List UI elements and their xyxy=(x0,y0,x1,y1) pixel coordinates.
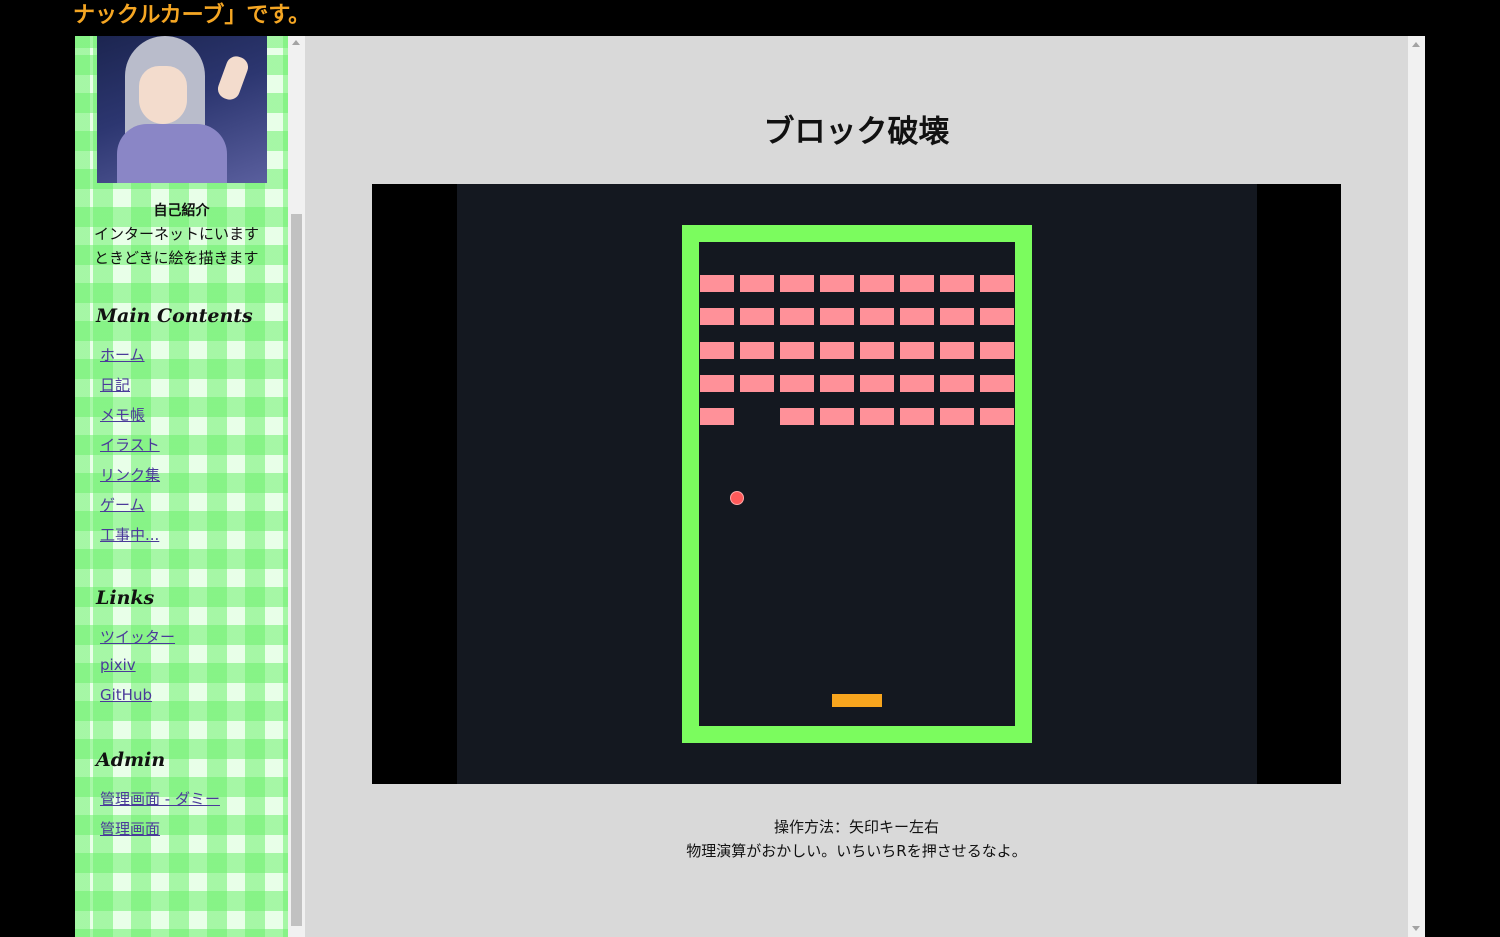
instructions-note: 物理演算がおかしい。いちいちRを押させるなよ。 xyxy=(686,842,1027,860)
brick xyxy=(780,275,814,292)
top-banner: ナックルカーブ」です。 xyxy=(0,0,1500,36)
profile-heading: 自己紹介 xyxy=(153,203,210,219)
brick xyxy=(860,342,894,359)
game-wall xyxy=(682,225,1032,743)
brick xyxy=(940,408,974,425)
brick xyxy=(940,342,974,359)
profile-line: インターネットにいます xyxy=(94,225,260,243)
main-scrollbar[interactable] xyxy=(1408,36,1425,937)
brick xyxy=(700,308,734,325)
paddle xyxy=(832,694,882,707)
profile-line: ときどきに絵を描きます xyxy=(94,249,259,267)
brick xyxy=(820,375,854,392)
brick xyxy=(740,308,774,325)
game-frame[interactable] xyxy=(372,184,1341,784)
right-margin xyxy=(1425,36,1500,937)
brick xyxy=(860,275,894,292)
brick xyxy=(820,275,854,292)
brick xyxy=(820,408,854,425)
brick xyxy=(900,342,934,359)
brick xyxy=(900,375,934,392)
ball xyxy=(730,491,744,505)
scroll-up-arrow-icon[interactable] xyxy=(1412,42,1420,47)
main-content: ブロック破壊 操作方法：矢印キー左右 物理演算がおかしい。いちいちRを押させるな… xyxy=(305,36,1408,937)
brick xyxy=(900,408,934,425)
nav-link-admin-dummy[interactable]: 管理画面 - ダミー xyxy=(100,788,220,809)
brick xyxy=(740,342,774,359)
section-heading-admin: Admin xyxy=(96,749,166,771)
nav-link-construction[interactable]: 工事中... xyxy=(100,524,159,545)
brick xyxy=(740,375,774,392)
brick xyxy=(980,342,1014,359)
brick xyxy=(780,408,814,425)
brick xyxy=(780,375,814,392)
nav-link-github[interactable]: GitHub xyxy=(100,686,152,704)
banner-text: ナックルカーブ」です。 xyxy=(73,3,311,28)
brick xyxy=(980,308,1014,325)
brick xyxy=(940,375,974,392)
brick xyxy=(780,308,814,325)
brick xyxy=(860,375,894,392)
game-canvas[interactable] xyxy=(457,184,1257,784)
page-title: ブロック破壊 xyxy=(763,114,950,150)
nav-link-memo[interactable]: メモ帳 xyxy=(100,404,145,425)
sidebar-scroll-thumb[interactable] xyxy=(291,214,302,926)
section-heading-links: Links xyxy=(96,587,155,609)
scroll-down-arrow-icon[interactable] xyxy=(1412,926,1420,931)
section-heading-main-contents: Main Contents xyxy=(96,305,253,327)
brick xyxy=(940,308,974,325)
brick xyxy=(980,275,1014,292)
brick xyxy=(700,342,734,359)
nav-link-game[interactable]: ゲーム xyxy=(100,494,145,515)
brick xyxy=(700,408,734,425)
nav-link-illust[interactable]: イラスト xyxy=(100,434,160,455)
sidebar: 自己紹介 インターネットにいます ときどきに絵を描きます Main Conten… xyxy=(75,36,288,937)
instructions-controls: 操作方法：矢印キー左右 xyxy=(773,818,939,836)
brick xyxy=(980,408,1014,425)
nav-link-twitter[interactable]: ツイッター xyxy=(100,626,175,647)
brick xyxy=(900,275,934,292)
brick xyxy=(860,308,894,325)
brick xyxy=(940,275,974,292)
nav-link-home[interactable]: ホーム xyxy=(100,344,145,365)
nav-link-diary[interactable]: 日記 xyxy=(100,374,130,395)
brick xyxy=(740,275,774,292)
brick xyxy=(860,408,894,425)
brick xyxy=(820,342,854,359)
nav-link-links[interactable]: リンク集 xyxy=(100,464,160,485)
nav-link-pixiv[interactable]: pixiv xyxy=(100,656,136,674)
nav-link-admin[interactable]: 管理画面 xyxy=(100,818,160,839)
brick xyxy=(700,275,734,292)
brick xyxy=(700,375,734,392)
scroll-up-arrow-icon[interactable] xyxy=(292,40,300,45)
brick xyxy=(820,308,854,325)
sidebar-scrollbar[interactable] xyxy=(288,36,305,937)
brick xyxy=(780,342,814,359)
brick xyxy=(900,308,934,325)
brick xyxy=(980,375,1014,392)
profile-illustration xyxy=(97,36,267,183)
